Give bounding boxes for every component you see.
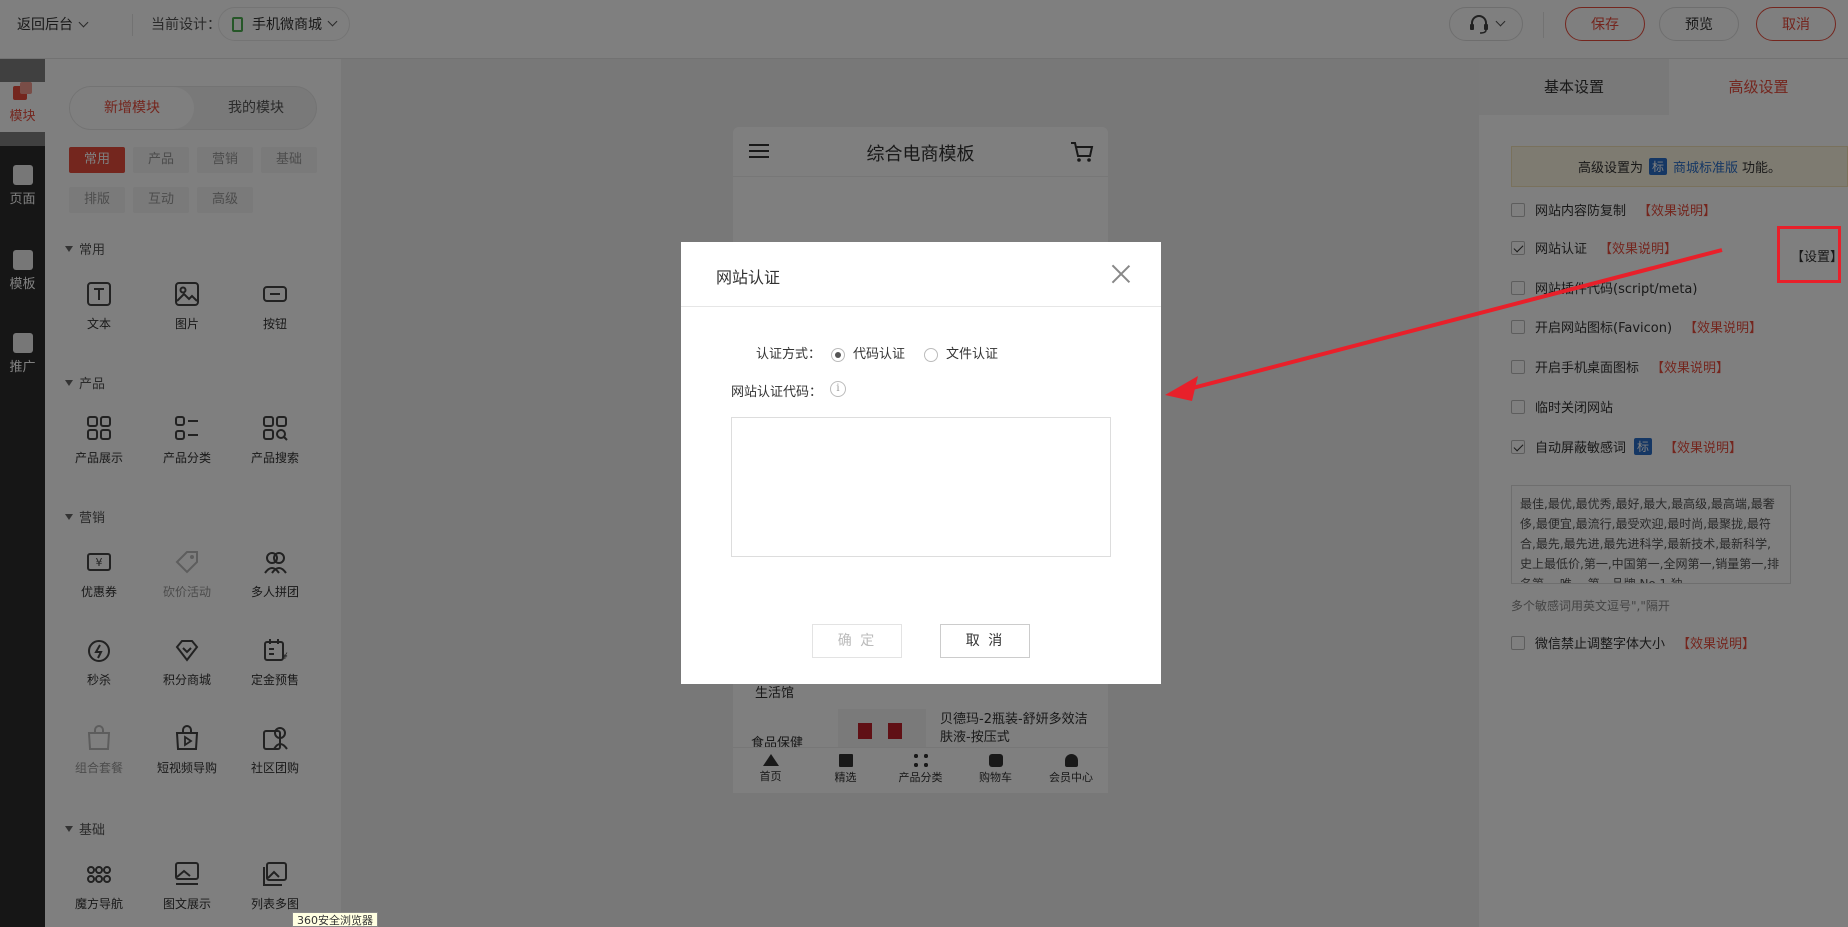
verify-code-label: 网站认证代码： (731, 385, 823, 400)
radio-code-verify[interactable]: 代码认证 (831, 343, 905, 362)
confirm-button[interactable]: 确 定 (812, 624, 902, 658)
verify-method-label: 认证方式： (756, 347, 822, 362)
annotation-highlight-box (1777, 226, 1841, 283)
radio-label: 文件认证 (946, 347, 999, 362)
dialog-cancel-button[interactable]: 取 消 (940, 624, 1030, 658)
dialog-header: 网站认证 (681, 242, 1161, 307)
close-icon[interactable] (1111, 264, 1131, 284)
info-icon[interactable]: i (830, 381, 846, 397)
dialog-title: 网站认证 (716, 268, 781, 287)
radio-file-verify[interactable]: 文件认证 (924, 343, 998, 362)
radio-unselected (924, 347, 938, 362)
browser-tooltip: 360安全浏览器 (292, 912, 378, 927)
radio-label: 代码认证 (853, 347, 906, 362)
radio-selected (831, 347, 845, 362)
site-verify-dialog: 网站认证 认证方式： 代码认证 文件认证 网站认证代码： i 确 定 取 消 (681, 242, 1161, 684)
verify-code-textarea[interactable] (731, 417, 1111, 557)
